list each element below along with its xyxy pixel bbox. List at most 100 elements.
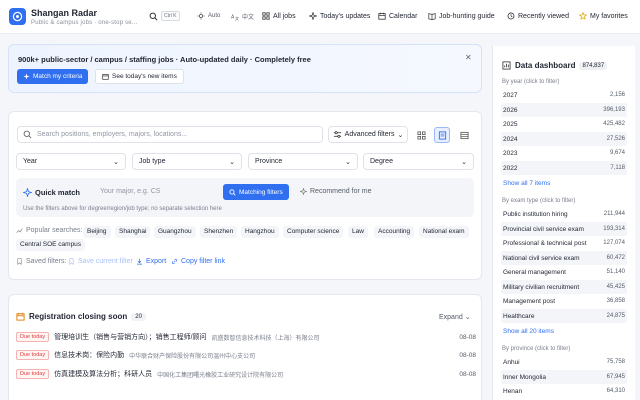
closing-row[interactable]: Due today 仿真建模及算法分析；科研人员 中国化工集团曙光橡胶工业研究设… [16,368,476,380]
year-row[interactable]: 2025 425,482 [501,117,627,131]
employer-name: 凯盛数智信息技术科技（上海）有限公司 [211,335,320,342]
filter-icon [333,130,342,139]
chip-accounting[interactable]: Accounting [374,226,415,238]
dashboard-title: Data dashboard 874,837 [502,61,608,70]
app-subtitle: Public & campus jobs · one-stop se... [31,20,138,26]
year-count: 27,526 [606,136,625,142]
province-row[interactable]: Henan 64,310 [501,384,627,398]
show-all-years-link[interactable]: Show all 7 items [503,180,550,187]
type-row[interactable]: Public institution hiring 211,944 [501,207,627,221]
year-row[interactable]: 2023 9,674 [501,146,627,160]
expand-button[interactable]: Expand ⌄ [439,313,471,321]
job-title: 管理培训生（销售与营销方向）；销售工程师/顾问 [54,334,207,341]
degree-select[interactable]: Degree ⌄ [363,153,474,170]
trending-icon [16,227,23,234]
svg-text:文: 文 [235,15,239,21]
closing-row[interactable]: Due today 管理培训生（销售与营销方向）；销售工程师/顾问 凯盛数智信息… [16,331,476,343]
close-icon[interactable]: ✕ [465,53,472,62]
nav-calendar[interactable]: Calendar [378,12,417,20]
search-icon[interactable] [149,12,158,21]
year-count: 396,193 [603,107,625,113]
type-row[interactable]: Military civilian recruitment 45,425 [501,280,627,294]
type-row[interactable]: General management 51,140 [501,265,627,279]
due-badge: Due today [16,332,50,342]
quick-match-title: Quick match [23,188,80,197]
chip-central-soe[interactable]: Central SOE campus [16,239,86,251]
type-label: Military civilian recruitment [503,283,580,291]
top-bar: Shangan Radar Public & campus jobs · one… [0,0,640,34]
year-row[interactable]: 2024 27,526 [501,132,627,146]
chip-national-exam[interactable]: National exam [419,226,469,238]
copy-link-button[interactable]: Copy filter link [171,258,225,265]
type-row[interactable]: Professional & technical post 127,074 [501,236,627,250]
chip-shanghai[interactable]: Shanghai [115,226,151,238]
job-type-select[interactable]: Job type ⌄ [132,153,242,170]
export-label: Export [146,258,167,265]
saved-filters: Saved filters: [16,258,66,265]
due-badge: Due today [16,369,50,379]
major-input[interactable]: Your major, e.g. CS [100,188,160,195]
type-row[interactable]: Provincial civil service exam 193,314 [501,222,627,236]
province-row[interactable]: Anhui 75,758 [501,355,627,369]
nav-recently-viewed[interactable]: Recently viewed [507,12,569,20]
grid-icon [416,130,426,140]
todays-new-button[interactable]: See today's new items [95,69,184,84]
star-icon [579,12,587,20]
type-count: 36,858 [606,298,625,304]
type-row[interactable]: Healthcare 24,875 [501,309,627,323]
nav-recently-viewed-label: Recently viewed [518,12,569,20]
type-count: 193,314 [603,226,625,232]
save-filter-button[interactable]: Save current filter [68,258,133,265]
closing-soon-title: Registration closing soon 20 [16,312,146,321]
banner-text: 900k+ public-sector / campus / staffing … [18,55,311,64]
due-date: 08-08 [459,370,476,378]
chip-guangzhou[interactable]: Guangzhou [154,226,196,238]
province-label: Henan [503,387,523,395]
province-count: 75,758 [606,359,625,365]
year-label: 2022 [503,164,518,172]
year-row[interactable]: 2022 7,118 [501,161,627,175]
show-all-types-link[interactable]: Show all 20 items [503,328,554,335]
match-criteria-button[interactable]: Match my criteria [17,69,89,84]
recommend-button[interactable]: Recommend for me [300,188,371,195]
type-count: 24,875 [606,313,625,319]
year-count: 9,674 [609,150,625,156]
grid-view-button[interactable] [413,127,429,143]
year-count: 2,156 [609,92,625,98]
year-row[interactable]: 2027 2,156 [501,88,627,102]
search-input[interactable]: Search positions, employers, majors, loc… [17,126,323,143]
expand-label: Expand [439,314,463,321]
table-view-button[interactable] [456,127,472,143]
chip-shenzhen[interactable]: Shenzhen [200,226,238,238]
nav-todays-updates[interactable]: Today's updates [309,12,370,20]
translate-icon: A文 [231,13,239,21]
theme-toggle[interactable]: Auto [197,12,220,20]
export-button[interactable]: Export [136,258,166,265]
type-row[interactable]: Management post 36,858 [501,294,627,308]
sparkle-icon [23,73,30,80]
card-view-button[interactable] [434,127,450,143]
nav-favorites[interactable]: My favorites [579,12,628,20]
type-row[interactable]: National civil service exam 60,472 [501,251,627,265]
nav-guide[interactable]: Job-hunting guide [428,12,495,20]
year-count: 425,482 [603,121,625,127]
nav-all-jobs[interactable]: All jobs [262,12,296,20]
year-label: 2026 [503,106,518,114]
chip-beijing[interactable]: Beijing [83,226,111,238]
book-icon [428,12,436,20]
province-select[interactable]: Province ⌄ [248,153,358,170]
chip-computer-science[interactable]: Computer science [283,226,344,238]
year-row[interactable]: 2026 396,193 [501,103,627,117]
quick-match-label: Quick match [35,188,81,197]
app-logo[interactable] [9,8,26,25]
language-toggle[interactable]: A文 中文 [231,12,254,21]
matching-filters-button[interactable]: Matching filters [223,184,289,200]
closing-row[interactable]: Due today 信息技术岗：保险内勤 中华联合财产保险股份有限公司温州中心支… [16,349,476,361]
chevron-down-icon: ⌄ [397,131,404,139]
chip-law[interactable]: Law [348,226,368,238]
chip-hangzhou[interactable]: Hangzhou [241,226,279,238]
year-select[interactable]: Year ⌄ [16,153,126,170]
sparkle-icon [23,188,32,197]
advanced-filters-button[interactable]: Advanced filters ⌄ [328,126,408,143]
province-row[interactable]: Inner Mongolia 67,945 [501,370,627,384]
